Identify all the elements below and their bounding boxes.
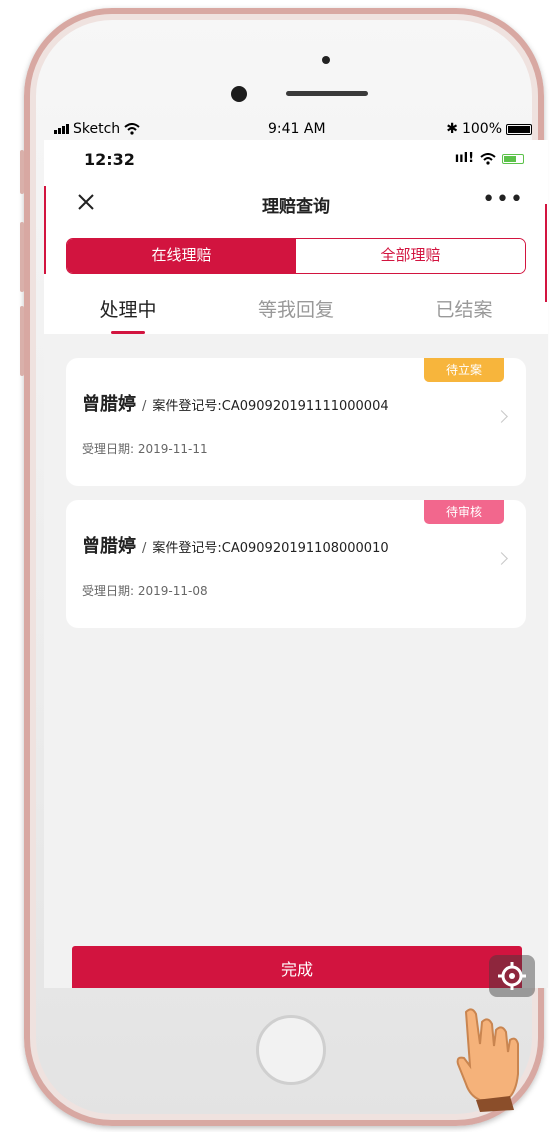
- claim-card[interactable]: 待立案 曾腊婷 / 案件登记号:CA090920191111000004 受理日期:…: [66, 358, 526, 486]
- tab-processing[interactable]: 处理中: [44, 288, 212, 334]
- chevron-right-icon[interactable]: [495, 552, 508, 565]
- battery-charging-icon: [502, 153, 524, 164]
- front-camera: [231, 86, 247, 102]
- earpiece: [286, 91, 368, 96]
- claim-title: 曾腊婷 / 案件登记号:CA090920191108000010: [82, 532, 389, 558]
- settings-gear-button[interactable]: [489, 955, 535, 997]
- separator: /: [142, 399, 147, 414]
- done-button[interactable]: 完成: [72, 946, 522, 988]
- app-screen: 12:32 ııl! 理赔查询 ••• 在线理赔 全部理赔 处理中 等我回复 已…: [44, 140, 548, 988]
- mute-switch: [20, 150, 24, 194]
- case-number: 案件登记号:CA090920191111000004: [152, 399, 389, 414]
- home-button[interactable]: [256, 1015, 326, 1085]
- page-title: 理赔查询: [262, 197, 330, 217]
- claim-card[interactable]: 待审核 曾腊婷 / 案件登记号:CA090920191108000010 受理日期:…: [66, 500, 526, 628]
- segment-online-claims[interactable]: 在线理赔: [67, 239, 296, 273]
- tab-awaiting-reply[interactable]: 等我回复: [212, 288, 380, 334]
- claim-title: 曾腊婷 / 案件登记号:CA090920191111000004: [82, 390, 389, 416]
- wifi-icon: [124, 123, 140, 135]
- front-sensor: [322, 56, 330, 64]
- device-time: 9:41 AM: [268, 121, 326, 137]
- gear-icon: [498, 962, 526, 990]
- carrier-name: Sketch: [73, 121, 121, 137]
- volume-down-button: [20, 306, 24, 376]
- separator: /: [142, 541, 147, 556]
- battery-percent: 100%: [461, 121, 502, 137]
- segment-all-claims[interactable]: 全部理赔: [296, 239, 525, 273]
- accept-date: 受理日期: 2019-11-11: [82, 442, 208, 456]
- more-options-icon[interactable]: •••: [482, 189, 524, 211]
- tab-closed[interactable]: 已结案: [380, 288, 548, 334]
- app-status-time: 12:32: [84, 150, 135, 169]
- device-status-bar: Sketch 9:41 AM ✱ 100%: [44, 118, 542, 140]
- cellular-icon: ııl!: [454, 151, 474, 166]
- accept-date: 受理日期: 2019-11-08: [82, 584, 208, 598]
- case-number: 案件登记号:CA090920191108000010: [152, 541, 389, 556]
- signal-icon: [54, 124, 69, 134]
- wifi-icon: [480, 152, 496, 165]
- accent-divider: [44, 186, 46, 274]
- claimant-name: 曾腊婷: [82, 394, 136, 415]
- status-badge: 待审核: [424, 500, 504, 524]
- pointing-hand-icon: [456, 1008, 519, 1112]
- status-tabs: 处理中 等我回复 已结案: [44, 288, 548, 334]
- claimant-name: 曾腊婷: [82, 536, 136, 557]
- bluetooth-icon: ✱: [446, 121, 458, 137]
- accent-divider: [545, 204, 547, 302]
- status-badge: 待立案: [424, 358, 504, 382]
- volume-up-button: [20, 222, 24, 292]
- chevron-right-icon[interactable]: [495, 410, 508, 423]
- claim-type-switcher: 在线理赔 全部理赔: [66, 238, 526, 274]
- app-status-icons: ııl!: [455, 151, 524, 166]
- battery-icon: [506, 123, 532, 135]
